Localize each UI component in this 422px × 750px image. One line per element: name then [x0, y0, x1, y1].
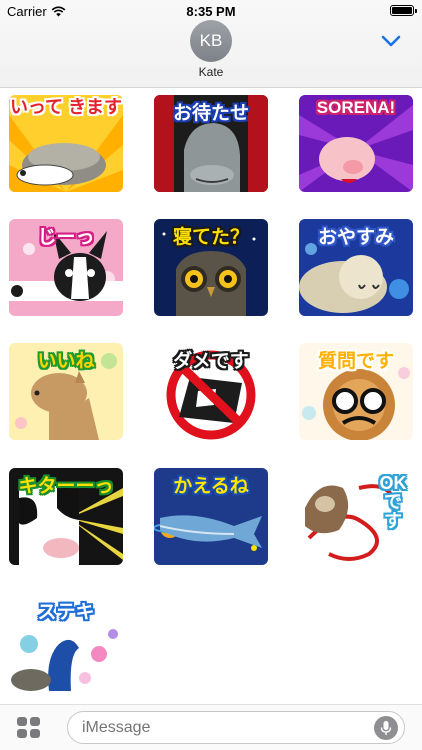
app-drawer-icon[interactable] — [17, 717, 41, 739]
contact-avatar[interactable]: KB — [190, 20, 232, 62]
sticker-pig[interactable]: SORENA! — [299, 95, 413, 192]
sticker-owl[interactable]: 寝てた？ — [154, 219, 268, 316]
sticker-label: OKです — [379, 473, 407, 531]
composer-bar — [0, 704, 422, 750]
message-input[interactable] — [67, 711, 405, 744]
sticker-label: キターーっ — [18, 476, 114, 497]
sticker-lion[interactable]: 質問です — [299, 343, 413, 440]
sticker-hedgehog[interactable]: いって きます — [9, 95, 123, 192]
chevron-down-icon[interactable] — [381, 34, 401, 48]
sticker-label: お待たせ — [172, 103, 249, 124]
contact-name[interactable]: Kate — [0, 65, 422, 79]
sticker-whale-shark[interactable]: かえるね — [154, 468, 268, 565]
sticker-label: じーっ — [37, 227, 95, 248]
sticker-grid: いって きます お待たせ SORENA! じーっ 寝てた？ おやすみ いいね ダ… — [0, 88, 422, 704]
status-bar: Carrier 8:35 PM — [0, 0, 422, 22]
battery-icon — [390, 5, 417, 16]
sticker-label: いって きます — [9, 97, 123, 117]
conversation-header: Carrier 8:35 PM KB Kate — [0, 0, 422, 88]
sticker-alpaca[interactable]: いいね — [9, 343, 123, 440]
sticker-peacock[interactable]: ステキ — [9, 594, 123, 691]
microphone-glyph — [380, 721, 392, 735]
sticker-sloth[interactable]: OKです — [299, 468, 413, 565]
sticker-label: ステキ — [37, 602, 95, 623]
microphone-icon[interactable] — [374, 716, 398, 740]
sticker-label: ダメです — [173, 351, 249, 372]
sticker-label: 寝てた？ — [172, 227, 249, 248]
sticker-sheep[interactable]: おやすみ — [299, 219, 413, 316]
sticker-label: かえるね — [173, 476, 249, 497]
sticker-label: いいね — [37, 351, 95, 372]
sticker-label: おやすみ — [317, 227, 394, 248]
sticker-no-sign-cow[interactable]: ダメです — [154, 343, 268, 440]
sticker-label: 質問です — [317, 351, 394, 372]
sticker-label: SORENA! — [316, 98, 396, 117]
status-time: 8:35 PM — [186, 4, 236, 19]
sticker-french-bulldog[interactable]: じーっ — [9, 219, 123, 316]
sticker-hippo[interactable]: お待たせ — [154, 95, 268, 192]
sticker-cow-rush[interactable]: キターーっ — [9, 468, 123, 565]
